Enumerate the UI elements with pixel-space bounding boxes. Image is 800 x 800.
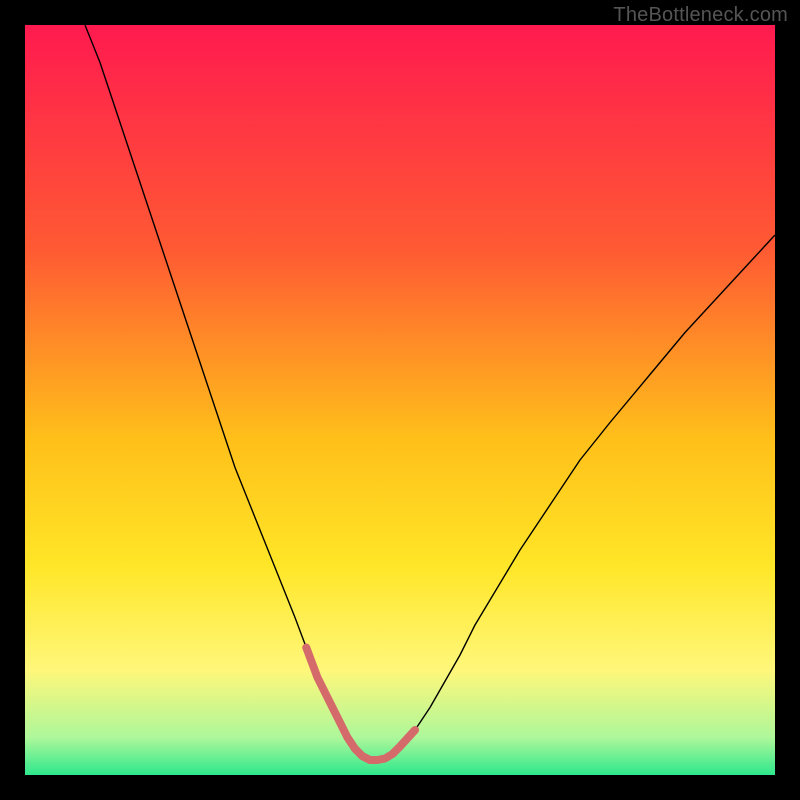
- watermark-text: TheBottleneck.com: [613, 4, 788, 27]
- chart-svg: [25, 25, 775, 775]
- chart-background: [25, 25, 775, 775]
- chart-stage: TheBottleneck.com: [0, 0, 800, 800]
- plot-area: [25, 25, 775, 775]
